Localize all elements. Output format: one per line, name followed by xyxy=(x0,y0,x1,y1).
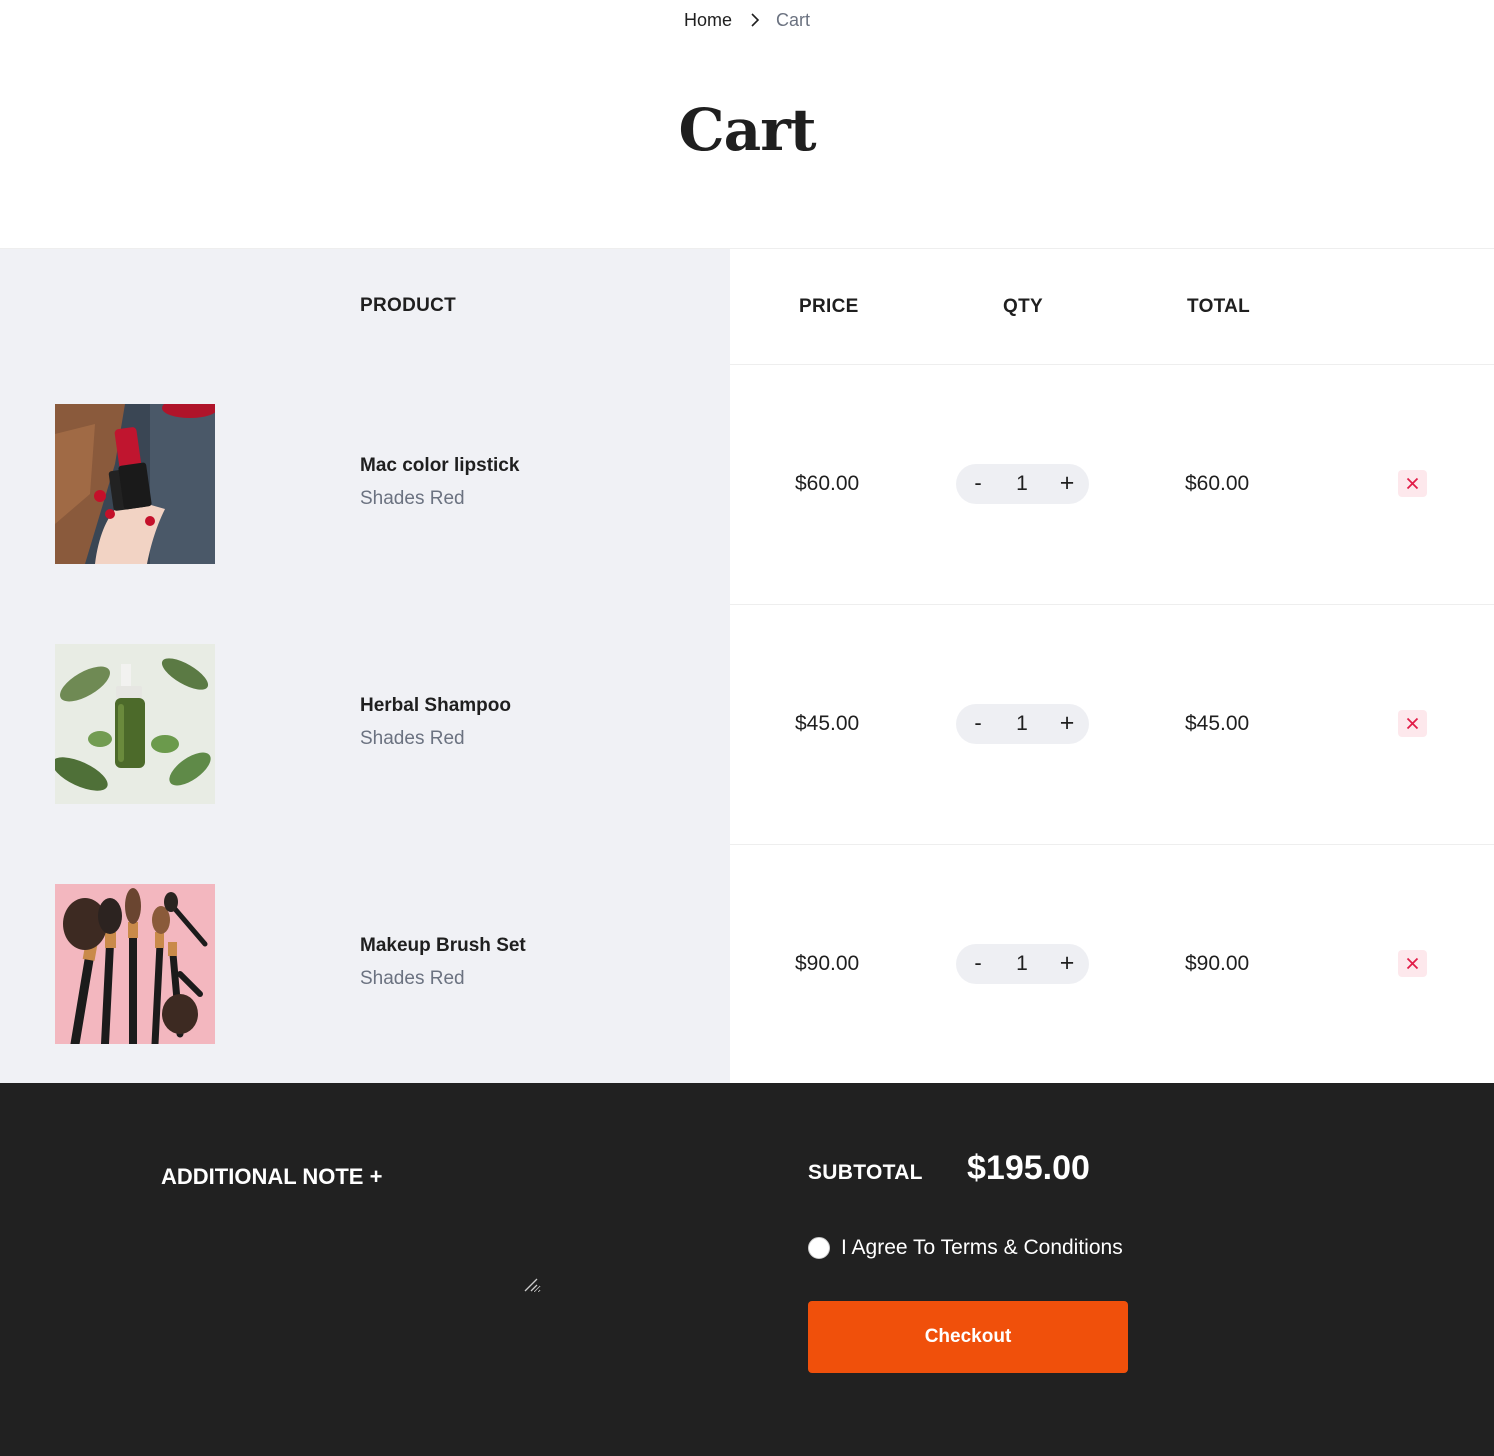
subtotal-label: SUBTOTAL xyxy=(808,1161,923,1184)
decrease-qty-button[interactable]: - xyxy=(970,950,986,978)
chevron-right-icon xyxy=(750,9,760,33)
decrease-qty-button[interactable]: - xyxy=(970,470,986,498)
item-price: $60.00 xyxy=(795,472,860,495)
remove-item-button[interactable] xyxy=(1398,470,1427,497)
product-variant: Shades Red xyxy=(360,968,465,989)
page-title: Cart xyxy=(678,96,816,164)
product-name[interactable]: Makeup Brush Set xyxy=(360,935,526,957)
item-price: $90.00 xyxy=(795,952,860,975)
close-icon xyxy=(1406,477,1419,490)
increase-qty-button[interactable]: + xyxy=(1056,709,1078,739)
cart-table: PRODUCT Mac color lipstick Shades Red He… xyxy=(0,248,1494,1084)
terms-label[interactable]: I Agree To Terms & Conditions xyxy=(841,1236,1123,1260)
column-header-product: PRODUCT xyxy=(360,295,457,316)
product-image-lipstick[interactable] xyxy=(55,404,215,564)
column-header-price: PRICE xyxy=(799,296,859,317)
product-name[interactable]: Herbal Shampoo xyxy=(360,695,511,717)
subtotal-value: $195.00 xyxy=(967,1149,1090,1187)
additional-note-toggle[interactable]: ADDITIONAL NOTE + xyxy=(161,1164,382,1190)
checkout-button[interactable]: Checkout xyxy=(808,1301,1128,1373)
quantity-value[interactable]: 1 xyxy=(1010,472,1034,496)
cart-product-panel: PRODUCT Mac color lipstick Shades Red He… xyxy=(0,249,730,1084)
cart-price-panel: PRICE QTY TOTAL $60.00 - 1 + $60.00 $45.… xyxy=(730,249,1494,1084)
column-header-qty: QTY xyxy=(1003,296,1043,317)
item-total: $45.00 xyxy=(1185,712,1250,735)
item-price: $45.00 xyxy=(795,712,860,735)
breadcrumb-home-link[interactable]: Home xyxy=(684,10,732,30)
quantity-stepper: - 1 + xyxy=(956,944,1089,984)
row-divider xyxy=(730,604,1494,605)
product-image-brush-set[interactable] xyxy=(55,884,215,1044)
cart-summary-footer: ADDITIONAL NOTE + SUBTOTAL $195.00 I Agr… xyxy=(0,1083,1494,1456)
increase-qty-button[interactable]: + xyxy=(1056,949,1078,979)
item-total: $60.00 xyxy=(1185,472,1250,495)
product-image-shampoo[interactable] xyxy=(55,644,215,804)
product-name[interactable]: Mac color lipstick xyxy=(360,455,519,477)
additional-note-textarea[interactable] xyxy=(161,1203,541,1293)
product-variant: Shades Red xyxy=(360,728,465,749)
close-icon xyxy=(1406,717,1419,730)
product-variant: Shades Red xyxy=(360,488,465,509)
breadcrumb-current: Cart xyxy=(776,10,811,30)
remove-item-button[interactable] xyxy=(1398,950,1427,977)
decrease-qty-button[interactable]: - xyxy=(970,710,986,738)
quantity-stepper: - 1 + xyxy=(956,704,1089,744)
remove-item-button[interactable] xyxy=(1398,710,1427,737)
resize-handle-icon[interactable] xyxy=(523,1277,539,1298)
increase-qty-button[interactable]: + xyxy=(1056,469,1078,499)
column-header-total: TOTAL xyxy=(1187,296,1251,317)
quantity-value[interactable]: 1 xyxy=(1010,712,1034,736)
close-icon xyxy=(1406,957,1419,970)
quantity-value[interactable]: 1 xyxy=(1010,952,1034,976)
terms-radio[interactable] xyxy=(808,1237,830,1259)
row-divider xyxy=(730,364,1494,365)
breadcrumb: Home Cart xyxy=(0,8,1494,33)
item-total: $90.00 xyxy=(1185,952,1250,975)
row-divider xyxy=(730,844,1494,845)
quantity-stepper: - 1 + xyxy=(956,464,1089,504)
